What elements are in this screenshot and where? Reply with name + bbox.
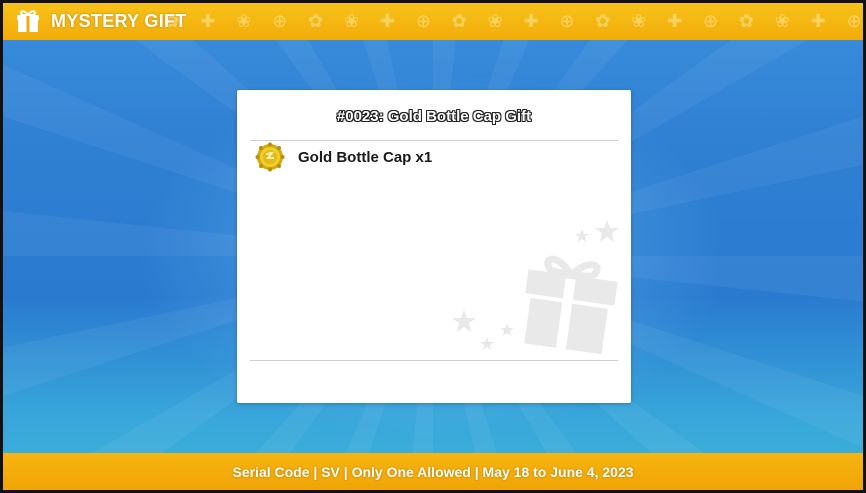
divider-top: [250, 140, 618, 141]
header-pattern: ✿ ✚ ❀ ⊕ ✿ ❀ ✚ ⊕ ✿ ❀ ✚ ⊕ ✿ ❀ ✚ ⊕ ✿ ❀ ✚ ⊕: [164, 11, 862, 32]
gift-title: #0023: Gold Bottle Cap Gift: [336, 108, 532, 125]
divider-bottom: [250, 360, 618, 361]
gold-bottle-cap-icon: [255, 142, 285, 172]
gift-watermark-icon: [452, 220, 619, 355]
header-bar: ✿ ✚ ❀ ⊕ ✿ ❀ ✚ ⊕ ✿ ❀ ✚ ⊕ ✿ ❀ ✚ ⊕ ✿ ❀ ✚ ⊕ MYSTERY GIFT: [3, 3, 863, 40]
gift-card: #0023: Gold Bottle Cap Gift Gold Bottle …: [237, 90, 631, 403]
gift-item: Gold Bottle Cap x1: [255, 142, 432, 172]
app-title: MYSTERY GIFT: [51, 10, 187, 31]
footer-bar: Serial Code | SV | Only One Allowed | Ma…: [3, 453, 863, 490]
gift-item-label: Gold Bottle Cap x1: [298, 148, 433, 166]
footer-info: Serial Code | SV | Only One Allowed | Ma…: [232, 463, 634, 480]
gift-icon: [17, 10, 39, 32]
header-title-group: MYSTERY GIFT: [15, 7, 187, 35]
mystery-gift-screen: ✿ ✚ ❀ ⊕ ✿ ❀ ✚ ⊕ ✿ ❀ ✚ ⊕ ✿ ❀ ✚ ⊕ ✿ ❀ ✚ ⊕ MYSTERY GIFT #0023:…: [3, 3, 863, 490]
